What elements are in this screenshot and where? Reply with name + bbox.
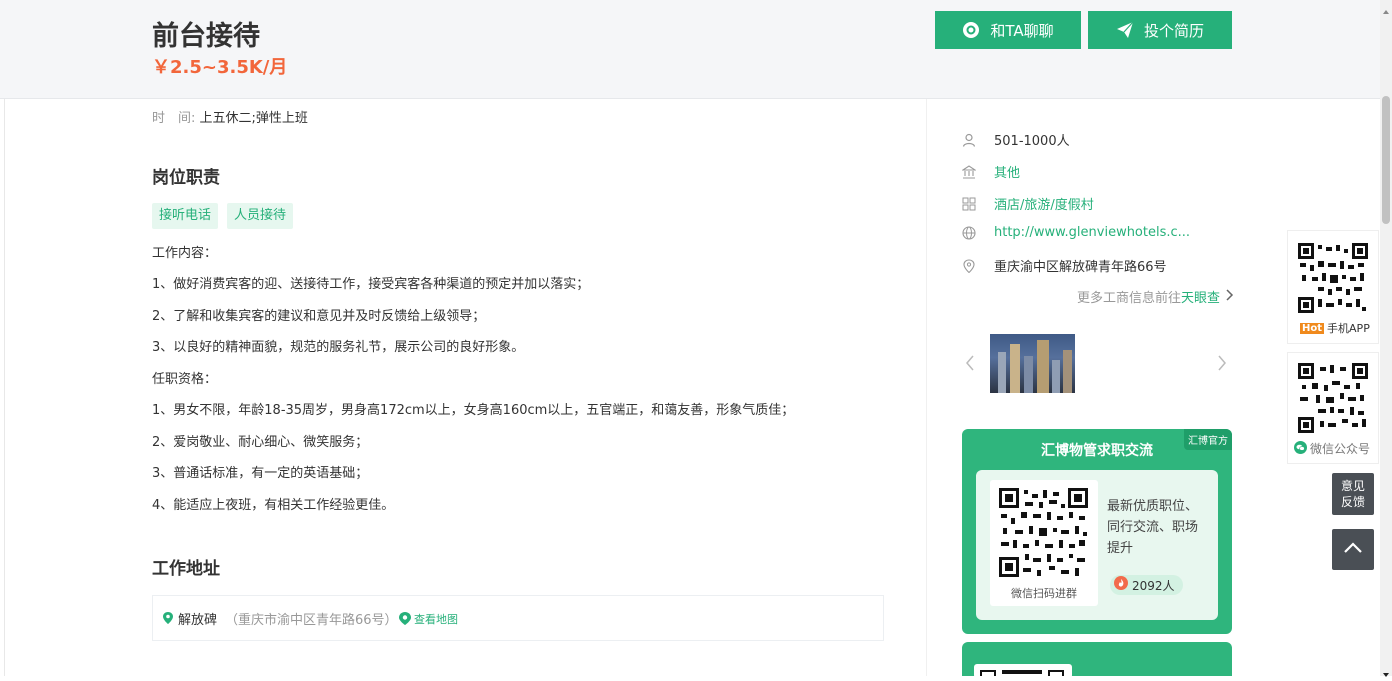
company-industry-row: 酒店/旅游/度假村 xyxy=(962,194,1094,213)
company-address-row: 重庆渝中区解放碑青年路66号 xyxy=(962,256,1167,275)
company-address: 重庆渝中区解放碑青年路66号 xyxy=(994,260,1167,275)
more-info-prefix: 更多工商信息前往 xyxy=(1077,291,1182,306)
grid-icon xyxy=(962,197,976,211)
location-pin-icon xyxy=(163,612,173,628)
duties-heading: 岗位职责 xyxy=(152,168,220,188)
wechat-label-row: 微信公众号 xyxy=(1294,440,1370,457)
wechat-icon xyxy=(1294,440,1307,457)
description-line: 1、做好消费宾客的迎、送接待工作，接受宾客各种渠道的预定并加以落实； xyxy=(152,277,590,292)
qr-card: 微信扫码进群 xyxy=(990,480,1098,606)
wechat-account-card[interactable]: 微信公众号 xyxy=(1287,352,1379,464)
more-business-info[interactable]: 更多工商信息前往 天眼查 xyxy=(1077,287,1234,306)
app-label-row: Hot 手机APP xyxy=(1300,320,1370,336)
app-qr-code-icon xyxy=(1298,243,1368,313)
skill-tag: 人员接待 xyxy=(227,203,294,229)
wechat-qr-code-icon xyxy=(1298,363,1368,433)
back-to-top-button[interactable] xyxy=(1332,529,1374,570)
company-size-row: 501-1000人 xyxy=(962,130,1070,149)
description-line: 工作内容： xyxy=(152,246,218,261)
globe-icon xyxy=(962,225,976,240)
wechat-label: 微信公众号 xyxy=(1310,442,1371,456)
fire-icon xyxy=(1114,576,1128,594)
qr-caption: 微信扫码进群 xyxy=(1011,587,1077,600)
description-line: 4、能适应上夜班，有相关工作经验更佳。 xyxy=(152,498,395,513)
chevron-right-icon xyxy=(1226,288,1234,305)
company-size: 501-1000人 xyxy=(994,134,1070,149)
company-photo[interactable] xyxy=(990,334,1075,393)
qr-code-icon xyxy=(999,488,1088,577)
address-box: 解放碑 （重庆市渝中区青年路66号） 查看地图 xyxy=(152,595,884,641)
column-divider xyxy=(926,98,927,676)
apply-button-label: 投个简历 xyxy=(1143,21,1204,40)
job-title: 前台接待 xyxy=(152,21,260,52)
work-time-label: 时 间: xyxy=(152,111,196,126)
scroll-up-arrow-icon[interactable] xyxy=(1383,3,1389,18)
promo-inner-card: 微信扫码进群 最新优质职位、同行交流、职场提升 2092人 xyxy=(976,470,1218,620)
company-website-row: http://www.glenviewhotels.c... xyxy=(962,225,1190,240)
company-industry[interactable]: 酒店/旅游/度假村 xyxy=(994,194,1094,213)
chat-button-label: 和TA聊聊 xyxy=(990,21,1054,40)
location-icon xyxy=(962,258,976,273)
job-salary: ￥2.5~3.5K/月 xyxy=(152,57,288,78)
address-area: 解放碑 xyxy=(178,613,218,628)
wechat-group-promo[interactable]: 汇博官方 汇博物管求职交流 微信扫码进群 最新优质职位、同行交流、职场提升 20… xyxy=(962,429,1232,634)
map-pin-icon xyxy=(399,612,411,629)
company-website-link[interactable]: http://www.glenviewhotels.c... xyxy=(994,225,1190,240)
app-label: 手机APP xyxy=(1327,322,1370,335)
apply-button[interactable]: 投个简历 xyxy=(1088,11,1232,49)
paper-plane-icon xyxy=(1116,21,1134,39)
carousel-prev-icon[interactable] xyxy=(965,355,975,375)
member-count: 2092人 xyxy=(1132,578,1175,593)
chevron-up-icon xyxy=(1343,541,1363,558)
company-nature-row: 其他 xyxy=(962,162,1020,181)
work-time: 时 间: 上五休二;弹性上班 xyxy=(152,107,308,126)
description-line: 3、以良好的精神面貌，规范的服务礼节，展示公司的良好形象。 xyxy=(152,340,525,355)
scrollbar-thumb[interactable] xyxy=(1382,96,1390,224)
job-header: 前台接待 ￥2.5~3.5K/月 和TA聊聊 投个简历 xyxy=(0,0,1380,99)
work-time-value: 上五休二;弹性上班 xyxy=(199,111,308,126)
company-nature[interactable]: 其他 xyxy=(994,162,1020,181)
description-line: 任职资格： xyxy=(152,372,218,387)
description-line: 3、普通话标准，有一定的英语基础； xyxy=(152,466,369,481)
hot-badge: Hot xyxy=(1300,322,1325,334)
scroll-down-arrow-icon[interactable] xyxy=(1383,666,1389,681)
description-line: 2、了解和收集宾客的建议和意见并及时反馈给上级领导； xyxy=(152,309,486,324)
member-count-badge: 2092人 xyxy=(1110,575,1183,595)
content-border xyxy=(4,98,5,676)
bank-building-icon xyxy=(962,164,976,179)
view-map-link[interactable]: 查看地图 xyxy=(414,611,458,627)
app-download-card[interactable]: Hot 手机APP xyxy=(1287,230,1379,344)
chat-bubble-icon xyxy=(962,21,980,39)
qr-card-partial xyxy=(974,664,1072,676)
address-heading: 工作地址 xyxy=(152,559,220,579)
address-detail: （重庆市渝中区青年路66号） xyxy=(225,613,398,628)
promo-text: 最新优质职位、同行交流、职场提升 xyxy=(1107,499,1199,556)
description-line: 2、爱岗敬业、耐心细心、微笑服务； xyxy=(152,435,369,450)
scrollbar-track[interactable] xyxy=(1380,0,1392,677)
feedback-button[interactable]: 意见反馈 xyxy=(1332,473,1374,515)
chat-button[interactable]: 和TA聊聊 xyxy=(935,11,1081,49)
promo-title: 汇博物管求职交流 xyxy=(1041,443,1153,459)
description-line: 1、男女不限，年龄18-35周岁，男身高172cm以上，女身高160cm以上，五… xyxy=(152,403,795,418)
carousel-next-icon[interactable] xyxy=(1217,355,1227,375)
tianyancha-link[interactable]: 天眼查 xyxy=(1181,287,1220,306)
skill-tag: 接听电话 xyxy=(152,203,219,229)
person-icon xyxy=(962,133,976,147)
second-promo-card[interactable] xyxy=(962,642,1232,676)
